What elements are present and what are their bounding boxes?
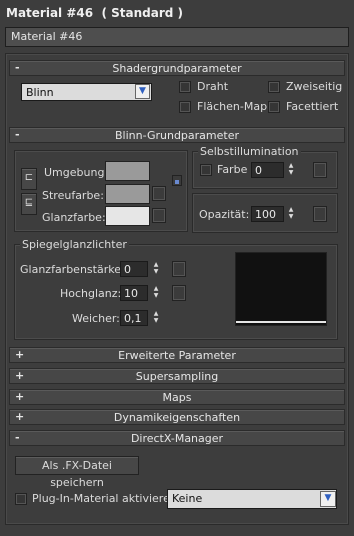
glossiness-label: Hochglanz: bbox=[60, 287, 122, 300]
faceted-label: Facettiert bbox=[286, 100, 339, 113]
rollout-directx-manager[interactable]: - DirectX-Manager bbox=[9, 430, 345, 446]
wire-checkbox[interactable] bbox=[179, 81, 191, 93]
specular-map-button[interactable] bbox=[152, 208, 166, 223]
wire-label: Draht bbox=[197, 80, 229, 93]
save-fx-file-button[interactable]: Als .FX-Datei speichern bbox=[15, 456, 139, 489]
rollout-blinn-basic-params[interactable]: - Blinn-Grundparameter bbox=[9, 127, 345, 143]
plugin-material-value: Keine bbox=[172, 492, 203, 505]
self-illum-color-checkbox[interactable] bbox=[200, 164, 212, 176]
ambient-label: Umgebung: bbox=[44, 166, 109, 179]
two-sided-label: Zweiseitig bbox=[286, 80, 343, 93]
diffuse-label: Streufarbe: bbox=[42, 189, 104, 202]
highlight-curve-preview bbox=[235, 252, 327, 326]
rollout-label: Dynamikeigenschaften bbox=[113, 411, 241, 424]
lock-ambient-diffuse-button[interactable]: ⊏ bbox=[21, 168, 37, 190]
glossiness-map-button[interactable] bbox=[172, 285, 186, 301]
self-illumination-title: Selbstillumination bbox=[198, 145, 301, 158]
soften-spinner[interactable]: ▲ ▼ bbox=[151, 310, 161, 326]
enable-plugin-material-label: Plug-In-Material aktivieren bbox=[32, 492, 177, 505]
specular-level-map-button[interactable] bbox=[172, 261, 186, 277]
chevron-down-icon[interactable]: ▼ bbox=[320, 491, 336, 507]
opacity-spinner[interactable]: ▲ ▼ bbox=[286, 206, 296, 222]
ambient-color-swatch[interactable] bbox=[105, 161, 150, 181]
chevron-down-icon[interactable]: ▼ bbox=[135, 84, 150, 99]
specular-level-field[interactable]: 0 bbox=[120, 261, 148, 277]
diffuse-color-swatch[interactable] bbox=[105, 184, 150, 204]
self-illum-color-label: Farbe bbox=[217, 163, 248, 176]
specular-color-swatch[interactable] bbox=[105, 206, 150, 226]
enable-plugin-material-checkbox[interactable] bbox=[15, 493, 27, 505]
self-illum-value-field[interactable]: 0 bbox=[251, 162, 284, 178]
opacity-value-field[interactable]: 100 bbox=[251, 206, 284, 222]
soften-field[interactable]: 0,1 bbox=[120, 310, 148, 326]
specular-level-label: Glanzfarbenstärke: bbox=[20, 263, 125, 276]
faceted-checkbox[interactable] bbox=[268, 101, 280, 113]
rollout-supersampling[interactable]: + Supersampling bbox=[9, 368, 345, 384]
opacity-map-button[interactable] bbox=[313, 206, 327, 222]
rollout-label: Maps bbox=[162, 391, 192, 404]
rollout-maps[interactable]: + Maps bbox=[9, 389, 345, 405]
self-illum-spinner[interactable]: ▲ ▼ bbox=[286, 162, 296, 178]
lock-icon[interactable] bbox=[172, 175, 182, 186]
specular-level-spinner[interactable]: ▲ ▼ bbox=[151, 261, 161, 277]
glossiness-field[interactable]: 10 bbox=[120, 285, 148, 301]
rollout-label: Blinn-Grundparameter bbox=[114, 129, 240, 142]
soften-label: Weicher: bbox=[72, 312, 120, 325]
opacity-label: Opazität: bbox=[199, 208, 250, 221]
rollout-label: Shadergrundparameter bbox=[112, 62, 242, 75]
face-map-checkbox[interactable] bbox=[179, 101, 191, 113]
rollout-label: Erweiterte Parameter bbox=[118, 349, 236, 362]
rollout-extended-params[interactable]: + Erweiterte Parameter bbox=[9, 347, 345, 363]
self-illum-map-button[interactable] bbox=[313, 162, 327, 178]
diffuse-map-button[interactable] bbox=[152, 186, 166, 201]
plugin-material-dropdown[interactable]: Keine bbox=[167, 489, 337, 509]
window-title: Material #46 ( Standard ) bbox=[0, 0, 354, 24]
shader-type-dropdown[interactable]: Blinn bbox=[21, 83, 152, 101]
specular-highlights-title: Spiegelglanzlichter bbox=[20, 238, 129, 251]
face-map-label: Flächen-Map bbox=[197, 100, 268, 113]
rollout-label: DirectX-Manager bbox=[130, 432, 224, 445]
specular-label: Glanzfarbe: bbox=[42, 211, 106, 224]
material-name-input[interactable]: Material #46 bbox=[5, 27, 349, 47]
glossiness-spinner[interactable]: ▲ ▼ bbox=[151, 285, 161, 301]
rollout-shader-basic-params[interactable]: - Shadergrundparameter bbox=[9, 60, 345, 76]
rollout-label: Supersampling bbox=[135, 370, 219, 383]
two-sided-checkbox[interactable] bbox=[268, 81, 280, 93]
rollout-dynamics[interactable]: + Dynamikeigenschaften bbox=[9, 409, 345, 425]
lock-diffuse-specular-button[interactable]: ⊑ bbox=[21, 193, 37, 215]
shader-type-value: Blinn bbox=[26, 86, 54, 99]
